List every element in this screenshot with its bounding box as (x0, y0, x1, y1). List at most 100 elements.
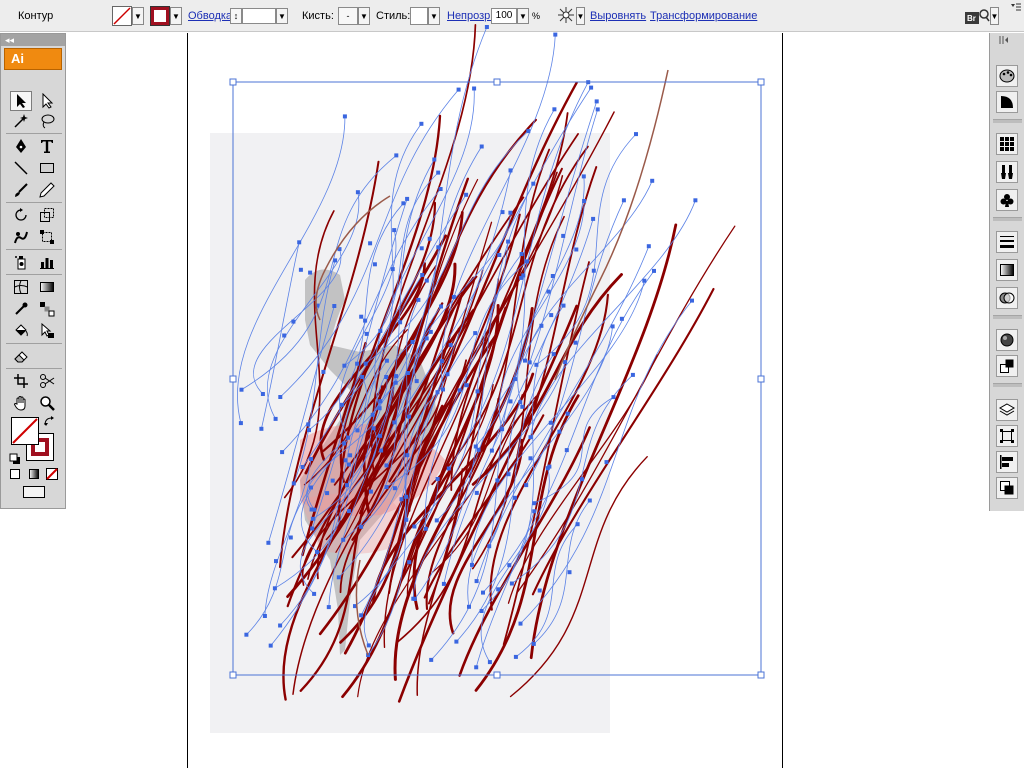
anchor-point (427, 236, 432, 241)
pathfinder-panel-button[interactable] (996, 477, 1018, 499)
anchor-point (436, 170, 441, 175)
screen-mode-button[interactable] (21, 484, 47, 500)
warp-icon (14, 231, 28, 244)
stroke-panel-button[interactable] (996, 231, 1018, 253)
blend-icon (40, 302, 55, 317)
symbol-sprayer-tool[interactable] (10, 252, 32, 272)
anchor-point (355, 361, 360, 366)
anchor-point (273, 416, 278, 421)
default-fill-stroke-icon[interactable] (9, 453, 21, 468)
fill-color-box[interactable] (11, 417, 39, 445)
eraser-icon (14, 351, 28, 363)
paintbrush-tool[interactable] (10, 180, 32, 200)
align-panel-button[interactable] (996, 451, 1018, 473)
tools-panel-header[interactable]: ◂◂ (1, 34, 65, 46)
slice-tool[interactable] (10, 371, 32, 391)
none-mode-button[interactable] (44, 467, 60, 481)
scissors-tool[interactable] (36, 371, 58, 391)
tools-separator (6, 202, 62, 203)
magic-wand-tool[interactable] (10, 111, 32, 131)
scale-tool[interactable] (36, 205, 58, 225)
blend-tool[interactable] (36, 299, 58, 319)
anchor-point (479, 609, 484, 613)
artwork-canvas[interactable] (0, 0, 1024, 768)
anchor-point (524, 483, 529, 488)
anchor-point (423, 526, 428, 531)
tools-separator (6, 133, 62, 134)
bbox-handle-left (229, 375, 237, 383)
gradient-tool[interactable] (36, 277, 58, 297)
gradient-panel-button[interactable] (996, 259, 1018, 281)
anchor-point (619, 316, 624, 321)
color-mode-button[interactable] (7, 467, 23, 481)
mesh-icon (14, 280, 28, 294)
anchor-point (392, 228, 397, 233)
graphic-styles-button[interactable] (996, 355, 1018, 377)
selection-tool[interactable] (10, 91, 32, 111)
transparency-panel-button[interactable] (996, 287, 1018, 309)
anchor-point (604, 460, 609, 465)
anchor-point (528, 435, 533, 440)
brushes-button[interactable] (996, 161, 1018, 183)
anchor-point (497, 253, 502, 257)
fill-stroke-control[interactable] (9, 415, 59, 467)
anchor-point (525, 259, 529, 264)
anchor-point (456, 87, 461, 92)
hand-tool[interactable] (10, 393, 32, 413)
zoom-tool[interactable] (36, 393, 58, 413)
gradient-mode-button[interactable] (26, 467, 42, 481)
anchor-point (405, 196, 410, 201)
appearance-panel-button[interactable] (996, 329, 1018, 351)
anchor-point (368, 241, 373, 246)
pen-tool[interactable] (10, 136, 32, 156)
color-panel-button[interactable] (996, 65, 1018, 87)
swap-fill-stroke-icon[interactable] (43, 415, 55, 430)
anchor-point (507, 563, 512, 568)
artboards-panel-button[interactable] (996, 425, 1018, 447)
anchor-point (438, 187, 443, 191)
anchor-point (445, 372, 450, 377)
symbols-button[interactable] (996, 189, 1018, 211)
anchor-point (591, 268, 596, 273)
column-graph-tool[interactable] (36, 252, 58, 272)
swatches-button[interactable] (996, 133, 1018, 155)
anchor-point (325, 491, 330, 496)
anchor-point (342, 114, 347, 119)
anchor-point (355, 428, 360, 433)
line-segment-tool[interactable] (10, 158, 32, 178)
layers-panel-button[interactable] (996, 399, 1018, 421)
column-graph-icon (40, 258, 54, 269)
color-guide-button[interactable] (996, 91, 1018, 113)
eraser-tool[interactable] (10, 346, 32, 366)
dock-separator (993, 217, 1022, 221)
bbox-handle-top-right (757, 78, 765, 86)
eyedropper-tool[interactable] (10, 299, 32, 319)
direct-selection-tool[interactable] (36, 91, 58, 111)
rectangle-tool[interactable] (36, 158, 58, 178)
anchor-point (520, 404, 525, 409)
anchor-point (581, 174, 586, 179)
anchor-point (439, 359, 444, 364)
anchor-point (487, 660, 492, 665)
warp-tool[interactable] (10, 227, 32, 247)
mesh-tool[interactable] (10, 277, 32, 297)
pencil-tool[interactable] (36, 180, 58, 200)
anchor-point (309, 507, 314, 512)
live-paint-selection-tool[interactable] (36, 321, 58, 341)
anchor-point (312, 591, 317, 596)
rotate-tool[interactable] (10, 205, 32, 225)
anchor-point (309, 485, 313, 490)
paint-bucket-icon (15, 324, 28, 337)
free-transform-tool[interactable] (36, 227, 58, 247)
anchor-point (340, 402, 344, 407)
dock-grip-icon[interactable] (998, 35, 1008, 48)
lasso-tool[interactable] (36, 111, 58, 131)
live-paint-bucket-tool[interactable] (10, 321, 32, 341)
anchor-point (394, 374, 399, 379)
anchor-point (446, 466, 451, 471)
anchor-point (650, 178, 655, 183)
type-tool[interactable] (36, 136, 58, 156)
transparency-icon (999, 292, 1015, 304)
anchor-point (239, 387, 244, 392)
anchor-point (481, 590, 485, 595)
